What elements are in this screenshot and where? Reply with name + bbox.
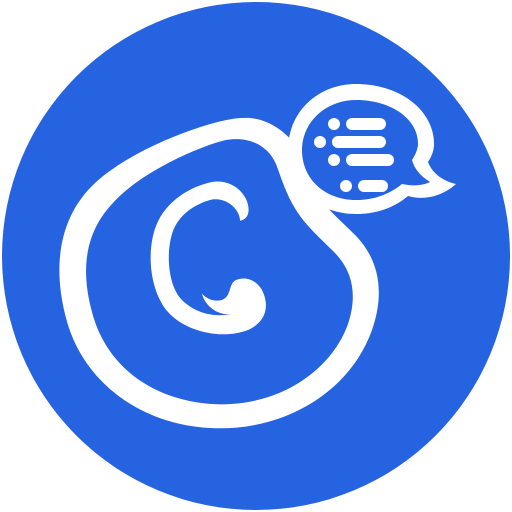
app-logo — [0, 0, 512, 512]
g-letter-with-chat-bubble-icon — [2, 2, 510, 510]
